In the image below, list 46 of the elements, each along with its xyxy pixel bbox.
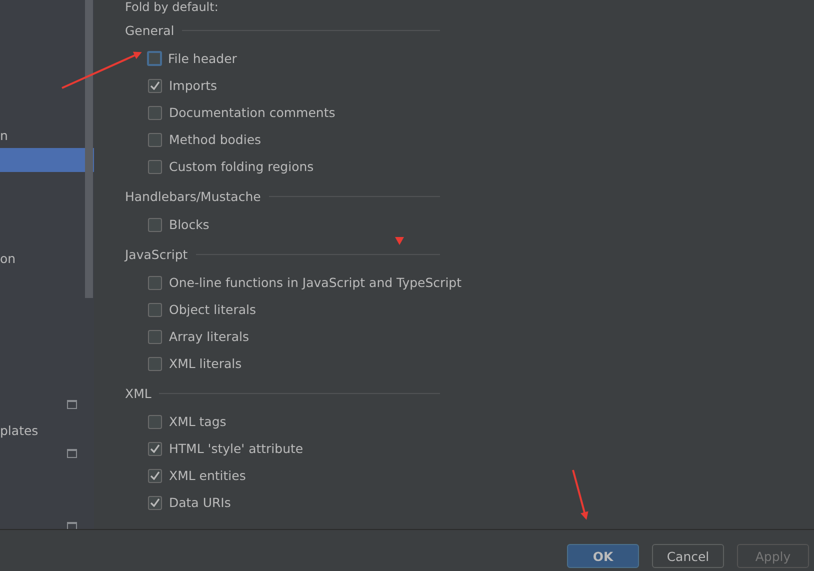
section-heading: General — [125, 22, 176, 38]
checkbox[interactable] — [148, 302, 162, 316]
sidebar-item[interactable]: n — [0, 122, 85, 148]
checkbox[interactable] — [148, 414, 162, 428]
dialog-button[interactable]: OK — [567, 544, 639, 568]
checkbox-option[interactable]: File header — [148, 45, 237, 72]
checkbox[interactable] — [148, 218, 162, 232]
section-heading: XML — [125, 386, 152, 400]
checkbox-option[interactable]: XML entities — [148, 462, 246, 489]
checkbox[interactable] — [148, 356, 162, 370]
scrollbar[interactable] — [85, 0, 93, 298]
checkbox[interactable] — [148, 442, 162, 456]
checkbox-option[interactable]: One-line functions in JavaScript and TypeScript — [148, 269, 462, 296]
collapse-icon[interactable] — [67, 522, 77, 529]
arrow-annotation — [572, 470, 588, 520]
checkbox[interactable] — [148, 496, 162, 510]
checkbox-option[interactable]: Object literals — [148, 296, 256, 323]
checkbox[interactable] — [148, 276, 162, 290]
checkbox-option[interactable]: XML tags — [148, 408, 226, 435]
triangle-icon — [395, 237, 404, 245]
section-heading: JavaScript — [125, 246, 189, 262]
dialog-button[interactable]: Cancel — [652, 544, 724, 568]
checkbox-option[interactable]: Imports — [148, 72, 217, 99]
dialog-button: Apply — [737, 544, 809, 568]
sidebar-item[interactable] — [0, 148, 94, 172]
checkbox-option[interactable]: Array literals — [148, 323, 249, 350]
checkbox-option[interactable]: Blocks — [148, 211, 210, 238]
checkbox[interactable] — [148, 160, 162, 174]
sidebar-item[interactable]: on — [0, 246, 85, 271]
checkbox-option[interactable]: XML literals — [148, 350, 242, 377]
checkbox-option[interactable]: Documentation comments — [148, 99, 336, 126]
group-title: Fold by default: — [125, 0, 220, 14]
checkbox[interactable] — [148, 132, 162, 146]
checkbox-option[interactable]: Custom folding regions — [148, 153, 314, 180]
checkbox[interactable] — [148, 106, 162, 120]
checkbox-option[interactable]: Data URIs — [148, 489, 231, 516]
checkbox[interactable] — [148, 330, 162, 344]
section-heading: Handlebars/Mustache — [125, 188, 262, 204]
collapse-icon[interactable] — [67, 448, 77, 458]
collapse-icon[interactable] — [67, 400, 77, 408]
checkbox-option[interactable]: HTML 'style' attribute — [148, 435, 304, 462]
checkbox-option[interactable]: Method bodies — [148, 126, 262, 153]
checkbox[interactable] — [147, 51, 162, 66]
sidebar-item[interactable]: plates — [0, 418, 85, 443]
checkbox[interactable] — [148, 78, 162, 92]
checkbox[interactable] — [148, 468, 162, 482]
